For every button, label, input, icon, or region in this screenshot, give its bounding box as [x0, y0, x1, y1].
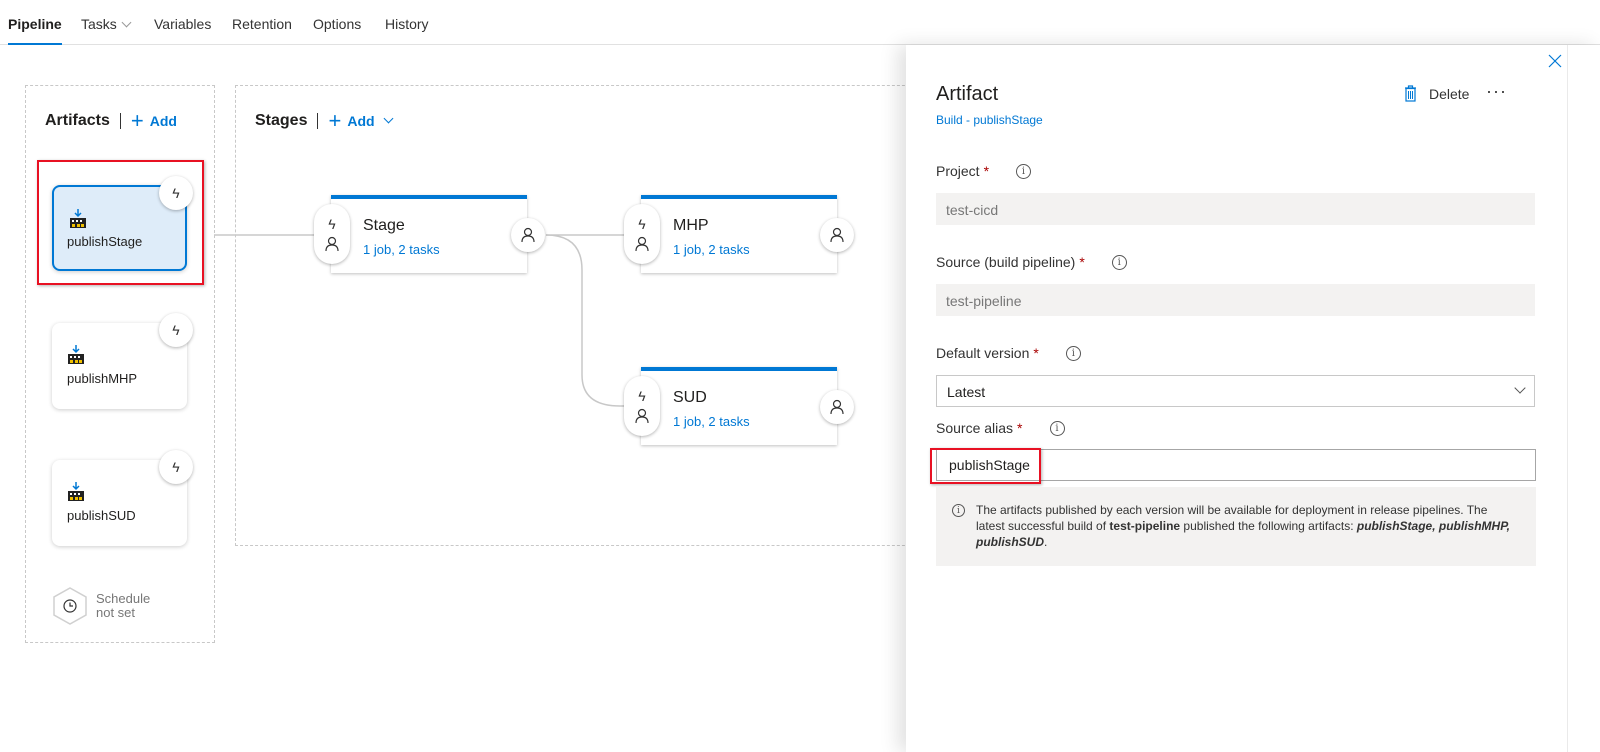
stage-card-stage[interactable]: Stage 1 job, 2 tasks — [331, 195, 527, 273]
pre-deployment-conditions-button[interactable]: ϟ — [624, 376, 660, 436]
stage-card-sud[interactable]: SUD 1 job, 2 tasks — [641, 367, 837, 445]
continuous-deployment-trigger-button[interactable]: ϟ — [159, 176, 193, 210]
post-deployment-conditions-button[interactable] — [511, 218, 545, 252]
schedule-line1: Schedule — [96, 591, 151, 606]
person-icon — [521, 227, 535, 243]
stage-name: MHP — [673, 217, 709, 234]
panel-subtitle-link[interactable]: Build - publishStage — [936, 113, 1043, 127]
pre-deployment-conditions-button[interactable]: ϟ — [624, 204, 660, 264]
plus-icon: + — [328, 108, 342, 133]
lightning-icon: ϟ — [172, 322, 180, 338]
chevron-down-icon — [383, 113, 393, 123]
person-icon — [635, 408, 649, 424]
source-alias-label: Source alias * i — [936, 420, 1065, 436]
person-icon — [325, 236, 339, 252]
info-icon[interactable]: i — [1049, 420, 1065, 436]
schedule-trigger[interactable]: Schedule not set — [52, 587, 150, 625]
separator — [317, 113, 319, 129]
default-version-dropdown[interactable]: Latest — [936, 375, 1535, 407]
more-options-button[interactable]: ··· — [1486, 81, 1507, 102]
lightning-icon: ϟ — [638, 216, 646, 232]
close-icon[interactable] — [1547, 53, 1563, 69]
panel-scrollbar[interactable] — [1567, 45, 1600, 752]
lightning-icon: ϟ — [328, 216, 336, 232]
post-deployment-conditions-button[interactable] — [820, 390, 854, 424]
chevron-down-icon — [1514, 382, 1526, 394]
stages-title: Stages — [255, 112, 308, 129]
label-text: Project — [936, 163, 980, 179]
separator — [119, 113, 121, 129]
default-version-label: Default version * i — [936, 345, 1081, 361]
build-artifact-icon — [70, 209, 86, 228]
required-marker: * — [1079, 254, 1085, 270]
schedule-line2: not set — [96, 605, 136, 620]
stage-tasks-link[interactable]: 1 job, 2 tasks — [673, 414, 750, 429]
project-field: test-cicd — [936, 193, 1535, 225]
label-text: Default version — [936, 345, 1030, 361]
info-text: published the following artifacts: — [1180, 519, 1357, 533]
artifact-details-panel: Artifact Build - publishStage Delete ···… — [906, 45, 1600, 752]
label-text: Source (build pipeline) — [936, 254, 1076, 270]
post-deployment-conditions-button[interactable] — [820, 218, 854, 252]
clock-icon — [53, 587, 87, 625]
artifacts-header: Artifacts + Add — [45, 108, 177, 133]
info-icon[interactable]: i — [1111, 254, 1127, 270]
delete-button[interactable]: Delete — [1404, 85, 1469, 102]
info-pipeline-name: test-pipeline — [1109, 519, 1181, 533]
artifact-name: publishStage — [67, 234, 143, 249]
add-stage-button[interactable]: + Add — [328, 108, 393, 133]
lightning-icon: ϟ — [172, 459, 180, 475]
stages-section — [235, 85, 935, 546]
person-icon — [635, 236, 649, 252]
lightning-icon: ϟ — [638, 388, 646, 404]
info-icon[interactable]: i — [1016, 163, 1032, 179]
artifacts-info-message: i The artifacts published by each versio… — [936, 487, 1536, 566]
build-artifact-icon — [68, 345, 84, 364]
artifacts-title: Artifacts — [45, 112, 110, 129]
stage-name: Stage — [363, 217, 405, 234]
info-icon: i — [952, 504, 965, 517]
plus-icon: + — [130, 108, 144, 133]
dropdown-value: Latest — [947, 384, 986, 400]
continuous-deployment-trigger-button[interactable]: ϟ — [159, 450, 193, 484]
artifact-name: publishMHP — [67, 371, 138, 386]
project-label: Project * i — [936, 163, 1032, 179]
person-icon — [830, 227, 844, 243]
pre-deployment-conditions-button[interactable]: ϟ — [314, 204, 350, 264]
info-icon[interactable]: i — [1065, 345, 1081, 361]
continuous-deployment-trigger-button[interactable]: ϟ — [159, 313, 193, 347]
label-text: Source alias — [936, 420, 1014, 436]
stage-tasks-link[interactable]: 1 job, 2 tasks — [673, 242, 750, 257]
trash-icon — [1405, 85, 1416, 102]
source-label: Source (build pipeline) * i — [936, 254, 1127, 270]
artifact-name: publishSUD — [67, 508, 136, 523]
required-marker: * — [1017, 420, 1023, 436]
add-artifact-button[interactable]: + Add — [130, 108, 177, 133]
schedule-status: Schedule not set — [96, 592, 150, 620]
build-artifact-icon — [68, 482, 84, 501]
stage-tasks-link[interactable]: 1 job, 2 tasks — [363, 242, 440, 257]
add-label: Add — [149, 113, 177, 129]
stage-card-mhp[interactable]: MHP 1 job, 2 tasks — [641, 195, 837, 273]
required-marker: * — [983, 163, 990, 179]
person-icon — [830, 399, 844, 415]
required-marker: * — [1033, 345, 1039, 361]
info-text: . — [1044, 535, 1048, 549]
delete-label: Delete — [1429, 85, 1470, 102]
add-label: Add — [347, 113, 375, 129]
stages-header: Stages + Add — [255, 108, 393, 133]
panel-title: Artifact — [936, 83, 999, 105]
stage-name: SUD — [673, 389, 707, 406]
source-pipeline-field: test-pipeline — [936, 284, 1535, 316]
source-alias-input[interactable] — [936, 449, 1536, 481]
lightning-icon: ϟ — [172, 185, 180, 201]
